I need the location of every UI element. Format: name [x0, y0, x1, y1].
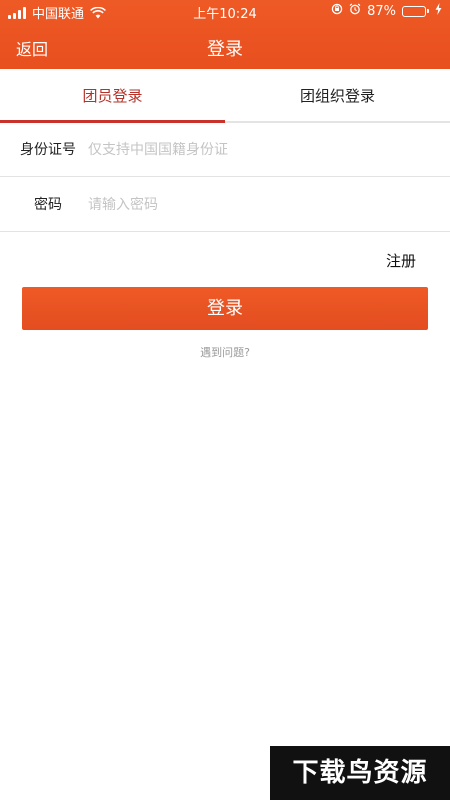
app-screen: 中国联通 上午10:24 87% 返回 登录 团员登录 团组织登录 身份证号 仅… — [0, 0, 450, 800]
battery-icon — [402, 5, 429, 17]
id-number-input[interactable] — [88, 137, 428, 163]
id-number-label: 身份证号 — [20, 142, 76, 158]
status-right: 87% — [331, 3, 442, 19]
login-type-tabs: 团员登录 团组织登录 — [0, 69, 450, 123]
password-input[interactable] — [88, 192, 428, 218]
password-label: 密码 — [34, 197, 62, 213]
id-number-row: 身份证号 — [0, 123, 450, 177]
alarm-icon — [349, 3, 361, 19]
tab-member-login[interactable]: 团员登录 — [0, 69, 225, 123]
page-title: 登录 — [207, 39, 243, 60]
watermark-logo: 下载鸟资源 — [270, 746, 450, 800]
lock-rotation-icon — [331, 3, 343, 19]
status-bar: 中国联通 上午10:24 87% — [0, 0, 450, 24]
login-button[interactable]: 登录 — [22, 287, 428, 330]
battery-percent: 87% — [367, 3, 396, 19]
password-row: 密码 — [0, 178, 450, 232]
help-link[interactable]: 遇到问题? — [0, 344, 450, 360]
charging-icon — [435, 3, 442, 19]
nav-bar: 返回 登录 — [0, 24, 450, 69]
register-link[interactable]: 注册 — [386, 250, 416, 271]
header: 中国联通 上午10:24 87% 返回 登录 — [0, 0, 450, 69]
tab-organization-login[interactable]: 团组织登录 — [225, 69, 450, 123]
